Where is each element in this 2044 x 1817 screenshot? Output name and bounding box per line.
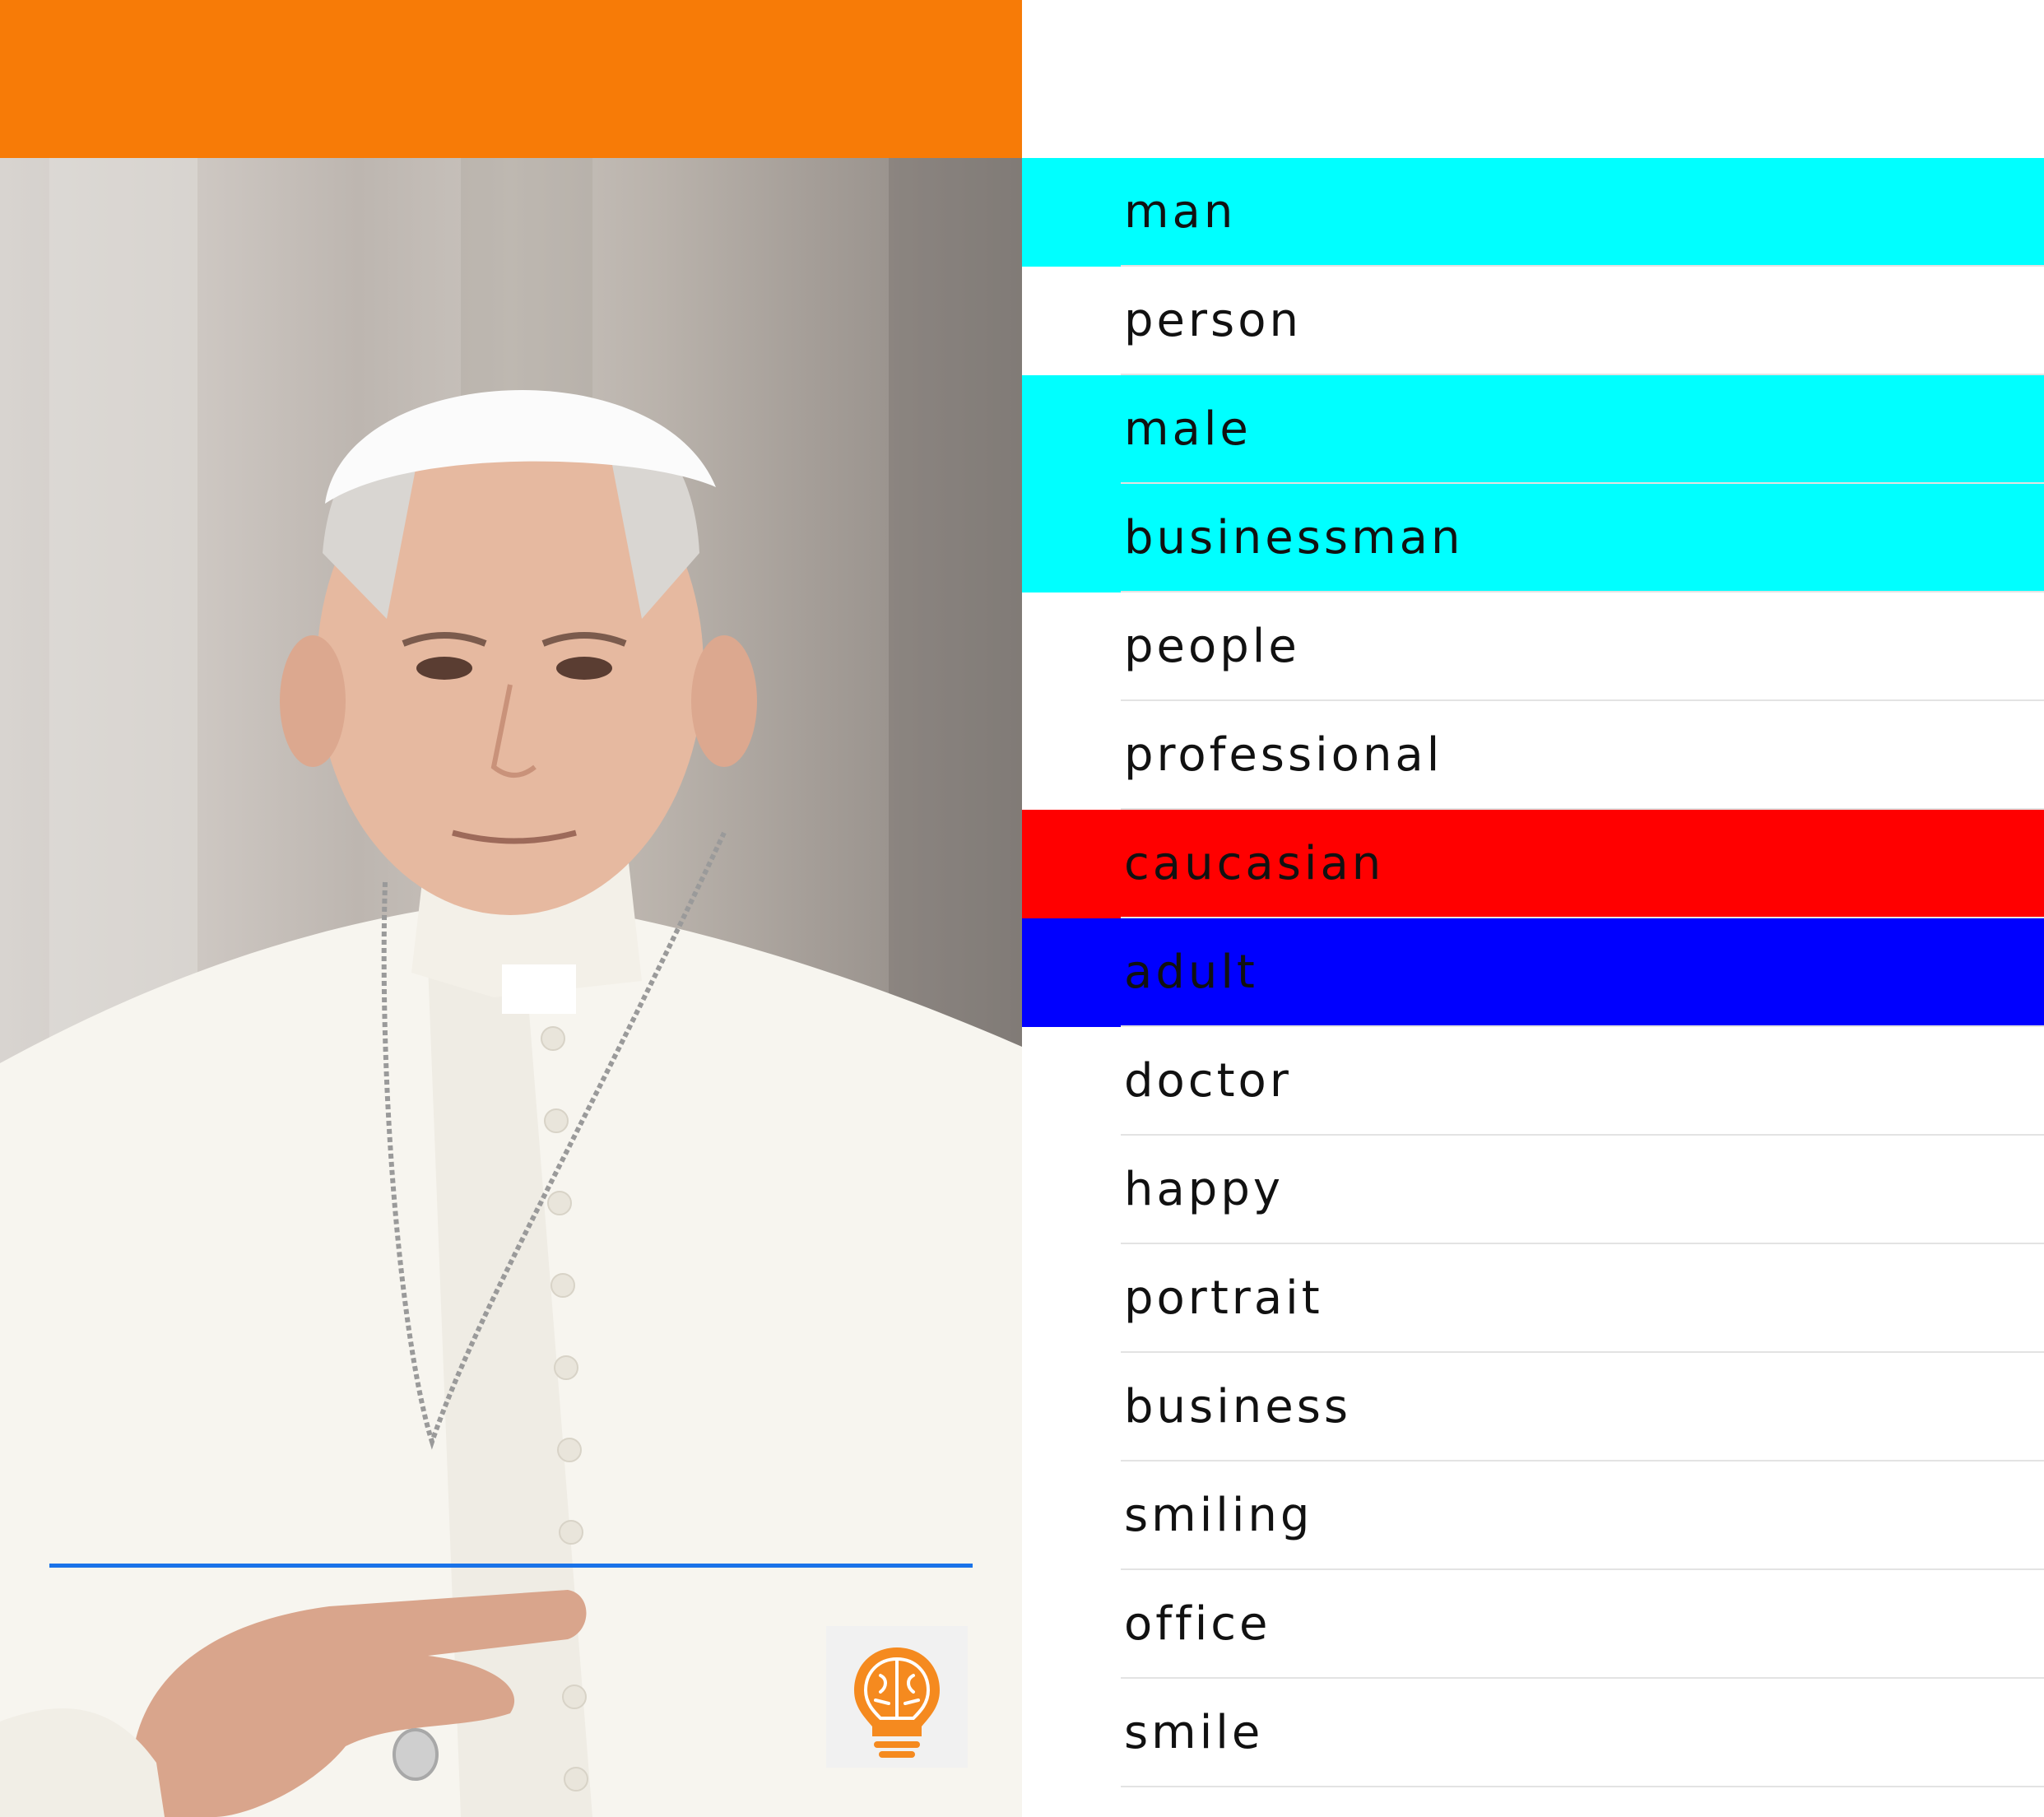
tag-row[interactable]: man [1022,158,2044,267]
tag-row[interactable]: professional [1022,701,2044,810]
lightbulb-brain-icon[interactable] [826,1626,968,1768]
top-bar [0,0,1022,158]
tag-label: smile [1124,1706,1264,1759]
tag-label: portrait [1124,1271,1323,1325]
tag-label: male [1124,402,1252,456]
tag-label: people [1124,620,1300,673]
tag-row[interactable]: happy [1022,1136,2044,1244]
tag-label: person [1124,294,1302,347]
tag-label: doctor [1124,1054,1292,1108]
tag-row[interactable]: smile [1022,1679,2044,1787]
tag-row[interactable]: adult [1022,918,2044,1027]
tag-label: caucasian [1124,837,1385,890]
portrait-photo [0,158,1022,1817]
tag-label: happy [1124,1163,1284,1216]
tag-label: business [1124,1380,1352,1434]
tag-label: man [1124,185,1237,239]
tag-row[interactable]: doctor [1022,1027,2044,1136]
tag-row[interactable]: person [1022,267,2044,375]
tag-row[interactable]: male [1022,375,2044,484]
tag-row[interactable]: people [1022,592,2044,701]
progress-line [49,1564,973,1568]
tag-label: office [1124,1597,1271,1651]
tag-label: businessman [1124,511,1464,565]
tag-row[interactable]: portrait [1022,1244,2044,1353]
tag-row[interactable]: business [1022,1353,2044,1462]
tag-row[interactable]: caucasian [1022,810,2044,918]
image-pane [0,0,1022,1817]
tag-row[interactable]: smiling [1022,1462,2044,1570]
tag-row[interactable]: office [1022,1570,2044,1679]
tag-label: adult [1124,946,1258,999]
tag-row[interactable]: businessman [1022,484,2044,592]
tag-label: smiling [1124,1489,1313,1542]
tag-label: professional [1124,728,1443,782]
tag-list: man person male businessman people profe… [1022,158,2044,1787]
tag-panel: man person male businessman people profe… [1022,0,2044,1817]
